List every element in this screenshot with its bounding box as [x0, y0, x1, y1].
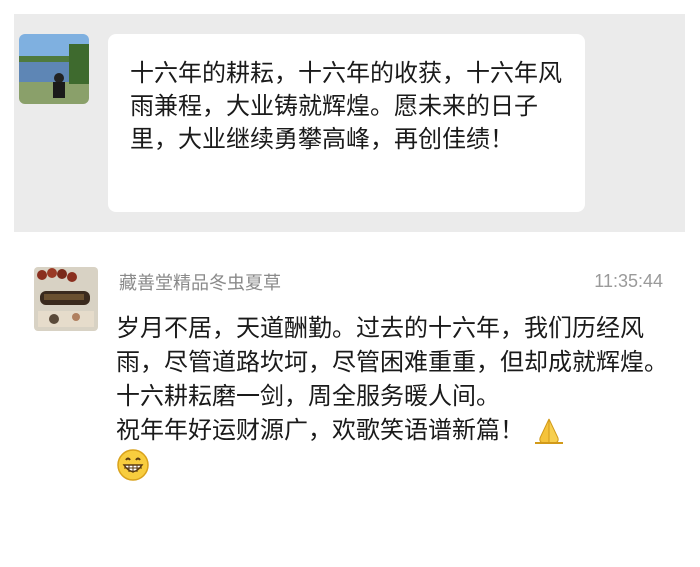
grinning-face-icon: [117, 449, 149, 481]
lake-photo-avatar-image: [19, 34, 89, 104]
pray-hands-icon: [534, 418, 563, 444]
message-text: 岁月不居，天道酬勤。过去的十六年，我们历经风雨，尽管道路坎坷，尽管困难重重，但却…: [116, 311, 668, 482]
message-bubble[interactable]: 十六年的耕耘，十六年的收获，十六年风雨兼程，大业铸就辉煌。愿未来的日子里，大业继…: [108, 34, 585, 212]
message-paragraph: 岁月不居，天道酬勤。过去的十六年，我们历经风雨，尽管道路坎坷，尽管困难重重，但却…: [116, 314, 668, 410]
message-text: 十六年的耕耘，十六年的收获，十六年风雨兼程，大业铸就辉煌。愿未来的日子里，大业继…: [130, 59, 562, 153]
previous-message-area: 十六年的耕耘，十六年的收获，十六年风雨兼程，大业铸就辉煌。愿未来的日子里，大业继…: [14, 14, 685, 232]
message-paragraph: 祝年年好运财源广，欢歌笑语谱新篇！: [116, 416, 524, 444]
bead-photo-avatar-image: [34, 267, 98, 331]
timestamp: 11:35:44: [594, 271, 663, 291]
comment-item: 藏善堂精品冬虫夏草 11:35:44 岁月不居，天道酬勤。过去的十六年，我们历经…: [14, 247, 685, 567]
sender-name[interactable]: 藏善堂精品冬虫夏草: [119, 269, 281, 295]
user-avatar[interactable]: [19, 34, 89, 104]
sender-avatar[interactable]: [34, 267, 98, 331]
